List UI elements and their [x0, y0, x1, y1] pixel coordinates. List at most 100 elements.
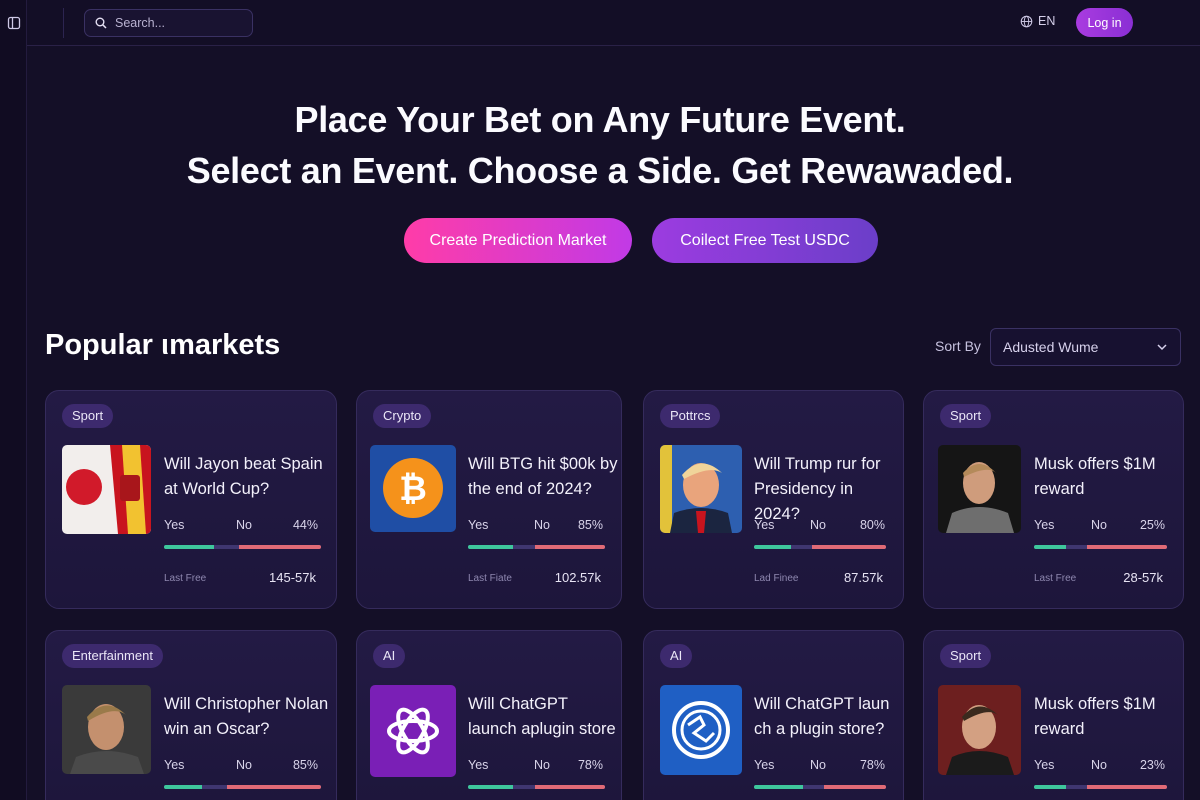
- market-card[interactable]: AI Will ChatGPT launch aplugin store Yes…: [356, 630, 622, 800]
- yes-bar-fill: [164, 785, 202, 789]
- last-price-value: 145-57k: [269, 570, 316, 585]
- yes-label[interactable]: Yes: [468, 758, 488, 772]
- last-price-value: 102.57k: [554, 570, 601, 585]
- percent-value: 44%: [292, 518, 318, 532]
- no-bar-fill: [824, 785, 886, 789]
- last-price-label: Last Fiate: [468, 573, 512, 584]
- section-title: Popular ιmarkets: [45, 329, 281, 361]
- yes-label[interactable]: Yes: [164, 758, 184, 772]
- sidebar-toggle-button[interactable]: [0, 0, 27, 46]
- market-question: Will Jayon beat Spain at World Cup?: [164, 455, 323, 498]
- last-price-label: Last Free: [1034, 573, 1077, 584]
- yes-label[interactable]: Yes: [754, 518, 774, 532]
- odds-bar: [468, 545, 605, 549]
- hero-line-2: Select an Event. Choose a Side. Get Rewa…: [186, 150, 1014, 191]
- market-card[interactable]: Crypto ₿ Will BTG hit $00k by the end of…: [356, 390, 622, 609]
- category-tag[interactable]: Pottrcs: [660, 404, 721, 428]
- market-question: Will Christopher Nolan win an Oscar?: [164, 695, 329, 738]
- portrait-director-image: [62, 685, 151, 774]
- percent-value: 25%: [1139, 518, 1165, 532]
- odds-bar: [164, 785, 321, 789]
- no-bar-fill: [812, 545, 886, 549]
- category-tag[interactable]: Crypto: [373, 404, 432, 428]
- yes-label[interactable]: Yes: [1034, 518, 1054, 532]
- sort-label: Sort By: [935, 338, 981, 354]
- yes-bar-fill: [754, 785, 803, 789]
- search-box[interactable]: [84, 9, 253, 37]
- no-bar-fill: [239, 545, 321, 549]
- last-price-value: 28-57k: [1123, 570, 1163, 585]
- market-card[interactable]: Sport Will Jayon beat Spain at World Cup…: [45, 390, 337, 609]
- topbar-divider: [63, 8, 64, 38]
- odds-bar: [164, 545, 321, 549]
- percent-value: 85%: [292, 758, 318, 772]
- category-tag[interactable]: Enterfainment: [62, 644, 163, 668]
- no-bar-fill: [1087, 545, 1167, 549]
- no-bar-fill: [1087, 785, 1167, 789]
- portrait-politician-image: [660, 445, 742, 533]
- svg-text:₿: ₿: [399, 470, 427, 508]
- no-bar-fill: [227, 785, 321, 789]
- portrait-man-image: [938, 445, 1021, 533]
- chevron-down-icon: [1157, 344, 1167, 351]
- openai-logo-image: [370, 685, 456, 777]
- sort-value: Adusted Wume: [1003, 339, 1099, 355]
- category-tag[interactable]: Sport: [62, 404, 114, 428]
- yes-label[interactable]: Yes: [1034, 758, 1054, 772]
- globe-icon: [1020, 15, 1033, 27]
- last-price-label: Last Free: [164, 573, 207, 584]
- no-label[interactable]: No: [810, 518, 826, 532]
- yes-bar-fill: [754, 545, 791, 549]
- flags-japan-spain-image: [62, 445, 151, 534]
- globe-logo-image: [660, 685, 742, 775]
- top-bar: EN Log in: [7, 0, 1200, 46]
- odds-bar: [468, 785, 605, 789]
- odds-bar: [754, 785, 886, 789]
- login-button[interactable]: Log in: [1076, 8, 1133, 37]
- odds-bar: [754, 545, 886, 549]
- odds-bar: [1034, 785, 1167, 789]
- sort-select[interactable]: Adusted Wume: [990, 328, 1181, 366]
- portrait-man-2-image: [938, 685, 1021, 775]
- percent-value: 78%: [577, 758, 603, 772]
- search-input[interactable]: [115, 16, 245, 30]
- category-tag[interactable]: AI: [660, 644, 693, 668]
- yes-bar-fill: [1034, 785, 1066, 789]
- create-market-button[interactable]: Create Prediction Market: [404, 218, 632, 263]
- market-question: Musk offers $1M reward: [1034, 455, 1156, 498]
- no-label[interactable]: No: [236, 518, 252, 532]
- yes-label[interactable]: Yes: [164, 518, 184, 532]
- yes-label[interactable]: Yes: [468, 518, 488, 532]
- market-question: Will ChatGPT laun ch a plugin store?: [754, 695, 890, 738]
- last-price-value: 87.57k: [843, 570, 883, 585]
- category-tag[interactable]: Sport: [940, 404, 992, 428]
- no-bar-fill: [535, 785, 605, 789]
- market-question: Musk offers $1M reward: [1034, 695, 1156, 738]
- no-label[interactable]: No: [534, 518, 550, 532]
- no-label[interactable]: No: [534, 758, 550, 772]
- market-card[interactable]: AI Will ChatGPT laun ch a plugin store? …: [643, 630, 904, 800]
- market-card[interactable]: Sport Musk offers $1M reward Yes No 25% …: [923, 390, 1184, 609]
- market-question: Will BTG hit $00k by the end of 2024?: [468, 455, 618, 498]
- market-card[interactable]: Enterfainment Will Christopher Nolan win…: [45, 630, 337, 800]
- percent-value: 85%: [577, 518, 603, 532]
- yes-label[interactable]: Yes: [754, 758, 774, 772]
- no-label[interactable]: No: [1091, 758, 1107, 772]
- bitcoin-logo-image: ₿: [370, 445, 456, 532]
- market-card[interactable]: Pottrcs Will Trump rur for Presidency in…: [643, 390, 904, 609]
- search-icon: [95, 17, 107, 29]
- no-label[interactable]: No: [1091, 518, 1107, 532]
- yes-bar-fill: [468, 545, 513, 549]
- market-question: Will ChatGPT launch aplugin store: [468, 695, 616, 738]
- language-selector[interactable]: EN: [1020, 14, 1055, 28]
- market-card[interactable]: Sport Musk offers $1M reward Yes No 23%: [923, 630, 1184, 800]
- category-tag[interactable]: AI: [373, 644, 406, 668]
- last-price-label: Lad Finee: [754, 573, 799, 584]
- no-label[interactable]: No: [810, 758, 826, 772]
- percent-value: 80%: [859, 518, 885, 532]
- collect-usdc-button[interactable]: Coilect Free Test USDC: [652, 218, 878, 263]
- category-tag[interactable]: Sport: [940, 644, 992, 668]
- hero-title: Place Your Bet on Any Future Event. Sele…: [0, 94, 1200, 196]
- no-label[interactable]: No: [236, 758, 252, 772]
- language-label: EN: [1038, 14, 1056, 28]
